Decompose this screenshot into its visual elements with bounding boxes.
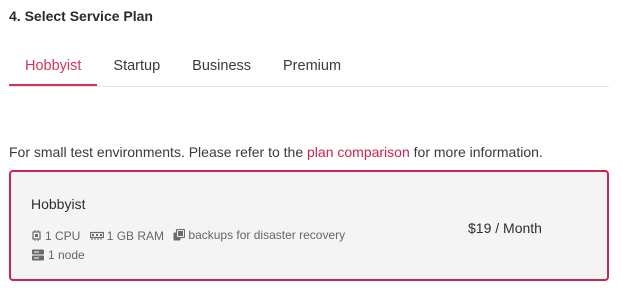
section-title: 4. Select Service Plan — [9, 8, 153, 24]
plan-card-hobbyist[interactable]: Hobbyist 1 CPU 1 GB RAM backups for disa… — [9, 170, 609, 281]
server-icon — [32, 249, 44, 261]
spec-backups-label: backups for disaster recovery — [188, 228, 346, 242]
tab-premium[interactable]: Premium — [267, 50, 357, 86]
plan-price: $19 / Month — [468, 220, 542, 236]
plan-specs: 1 CPU 1 GB RAM backups for disaster reco… — [31, 226, 401, 266]
backup-icon — [173, 229, 186, 241]
cpu-icon — [32, 230, 41, 241]
plan-description: For small test environments. Please refe… — [9, 144, 543, 160]
plan-comparison-link[interactable]: plan comparison — [307, 144, 410, 160]
tab-startup[interactable]: Startup — [97, 50, 176, 86]
spec-backups: backups for disaster recovery — [173, 226, 345, 244]
spec-cpu: 1 CPU — [31, 227, 80, 245]
description-text-after: for more information. — [409, 144, 543, 160]
plan-name: Hobbyist — [31, 196, 86, 212]
tab-hobbyist[interactable]: Hobbyist — [9, 50, 98, 86]
tab-business[interactable]: Business — [176, 50, 267, 86]
spec-ram-label: 1 GB RAM — [106, 229, 165, 243]
description-text-before: For small test environments. Please refe… — [9, 144, 308, 160]
spec-nodes: 1 node — [31, 246, 85, 264]
spec-nodes-label: 1 node — [48, 248, 85, 262]
plan-tabs: Hobbyist Startup Business Premium — [9, 50, 609, 87]
spec-cpu-label: 1 CPU — [45, 228, 81, 243]
memory-icon — [89, 231, 104, 240]
spec-ram: 1 GB RAM — [89, 227, 165, 245]
